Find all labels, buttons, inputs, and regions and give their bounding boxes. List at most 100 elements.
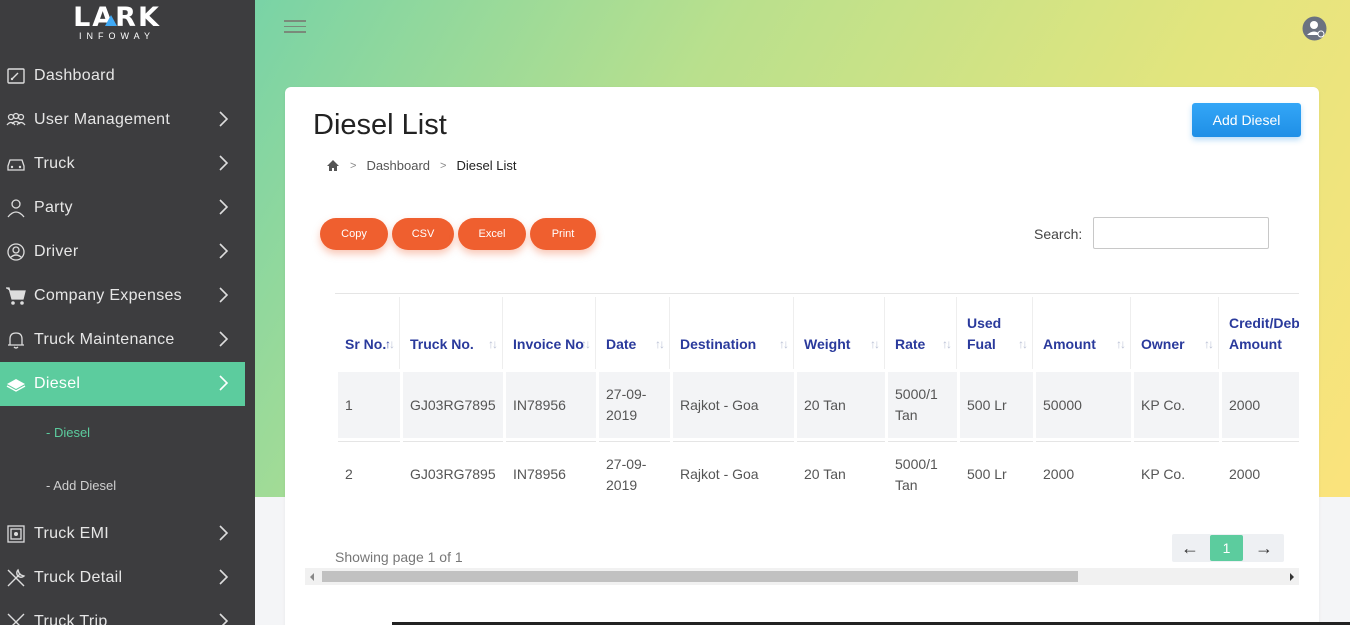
col-destination[interactable]: Destination ↑↓	[673, 297, 794, 369]
chevron-right-icon	[219, 569, 229, 585]
cell-rate: 5000/1 Tan	[888, 372, 957, 438]
breadcrumb: > Dashboard > Diesel List	[326, 158, 516, 173]
print-button[interactable]: Print	[530, 218, 596, 250]
cell-truck-no: GJ03RG7895	[403, 441, 503, 505]
table-header-row: Sr No. ↑↓ Truck No. ↑↓ Invoice No ↑↓ Date ↑↓…	[338, 297, 1299, 369]
col-date[interactable]: Date ↑↓	[599, 297, 670, 369]
sidebar-item-user-management[interactable]: User Management	[0, 98, 245, 142]
scroll-left-icon[interactable]	[310, 573, 314, 581]
cell-sr-no: 2	[338, 441, 400, 505]
cell-owner: KP Co.	[1134, 441, 1219, 505]
sidebar-item-party[interactable]: Party	[0, 186, 245, 230]
pagination-info: Showing page 1 of 1	[335, 549, 463, 565]
sidebar-item-label: Truck EMI	[34, 525, 109, 542]
sidebar-item-truck[interactable]: Truck	[0, 142, 245, 186]
csv-button[interactable]: CSV	[392, 218, 454, 250]
col-truck-no[interactable]: Truck No. ↑↓	[403, 297, 503, 369]
sort-icon: ↑↓	[1018, 337, 1028, 351]
sidebar-item-label: Truck	[34, 155, 75, 172]
copy-button[interactable]: Copy	[320, 218, 388, 250]
table-row: 2 GJ03RG7895 IN78956 27-09-2019 Rajkot -…	[338, 441, 1299, 505]
col-invoice-no[interactable]: Invoice No ↑↓	[506, 297, 596, 369]
cart-icon	[2, 285, 30, 307]
search-input[interactable]	[1093, 217, 1269, 249]
sidebar-item-company-expenses[interactable]: Company Expenses	[0, 274, 245, 318]
route-icon	[2, 611, 30, 625]
chevron-right-icon	[219, 525, 229, 541]
col-weight[interactable]: Weight ↑↓	[797, 297, 885, 369]
sidebar-item-label: Party	[34, 199, 73, 216]
page-title: Diesel List	[313, 109, 447, 141]
brand-tagline: INFOWAY	[79, 31, 155, 41]
cell-date: 27-09-2019	[599, 441, 670, 505]
diesel-table-wrapper: Sr No. ↑↓ Truck No. ↑↓ Invoice No ↑↓ Date ↑↓…	[335, 293, 1299, 505]
col-rate[interactable]: Rate ↑↓	[888, 297, 957, 369]
cell-weight: 20 Tan	[797, 372, 885, 438]
page-button-1[interactable]: 1	[1210, 535, 1243, 561]
breadcrumb-dashboard[interactable]: Dashboard	[366, 158, 430, 173]
cell-sr-no: 1	[338, 372, 400, 438]
sort-icon: ↑↓	[1204, 337, 1214, 351]
chevron-right-icon	[219, 375, 229, 391]
cell-used-fual: 500 Lr	[960, 372, 1033, 438]
sort-icon: ↑↓	[655, 337, 665, 351]
col-used-fual[interactable]: Used Fual ↑↓	[960, 297, 1033, 369]
col-owner[interactable]: Owner ↑↓	[1134, 297, 1219, 369]
chevron-right-icon	[219, 155, 229, 171]
chevron-right-icon	[219, 243, 229, 259]
cell-truck-no: GJ03RG7895	[403, 372, 503, 438]
horizontal-scrollbar[interactable]	[305, 568, 1299, 585]
money-icon	[2, 373, 30, 395]
add-diesel-button[interactable]: Add Diesel	[1192, 103, 1301, 137]
breadcrumb-current: Diesel List	[456, 158, 517, 173]
table-row: 1 GJ03RG7895 IN78956 27-09-2019 Rajkot -…	[338, 372, 1299, 438]
sidebar-item-dashboard[interactable]: Dashboard	[0, 54, 245, 98]
home-icon[interactable]	[326, 159, 340, 172]
prev-page-button[interactable]: ←	[1180, 538, 1200, 558]
brand-name: LARK	[73, 2, 161, 33]
scrollbar-thumb[interactable]	[322, 571, 1078, 582]
sidebar-item-truck-maintenance[interactable]: Truck Maintenance	[0, 318, 245, 362]
sort-icon: ↑↓	[581, 337, 591, 351]
sidebar-item-label: Dashboard	[34, 67, 115, 84]
sidebar-item-label: Diesel	[34, 375, 81, 392]
sidebar-subitem-diesel[interactable]: - Diesel	[46, 425, 90, 440]
brand-logo[interactable]: LARK INFOWAY	[67, 4, 167, 44]
next-page-button[interactable]: →	[1254, 538, 1274, 558]
logo-triangle-icon	[105, 15, 117, 26]
sort-icon: ↑↓	[779, 337, 789, 351]
col-sr-no[interactable]: Sr No. ↑↓	[338, 297, 400, 369]
chevron-right-icon	[219, 199, 229, 215]
car-icon	[2, 153, 30, 175]
bell-icon	[2, 329, 30, 351]
cell-rate: 5000/1 Tan	[888, 441, 957, 505]
scroll-right-icon[interactable]	[1290, 573, 1294, 581]
sidebar-subitem-add-diesel[interactable]: - Add Diesel	[46, 478, 116, 493]
sidebar: LARK INFOWAY Dashboard User Management T…	[0, 0, 255, 625]
sidebar-item-label: Truck Trip	[34, 613, 108, 625]
diesel-table: Sr No. ↑↓ Truck No. ↑↓ Invoice No ↑↓ Date ↑↓…	[335, 294, 1299, 505]
sidebar-item-label: Truck Maintenance	[34, 331, 175, 348]
chevron-right-icon	[219, 111, 229, 127]
cell-credit-debit-amount: 2000	[1222, 441, 1299, 505]
sidebar-item-label: Company Expenses	[34, 287, 182, 304]
cell-owner: KP Co.	[1134, 372, 1219, 438]
col-credit-debit-amount[interactable]: Credit/Debit Amount	[1222, 297, 1299, 369]
chevron-right-icon	[219, 287, 229, 303]
cell-credit-debit-amount: 2000	[1222, 372, 1299, 438]
sidebar-item-truck-detail[interactable]: Truck Detail	[0, 556, 245, 600]
avatar[interactable]	[1302, 16, 1327, 41]
sidebar-item-truck-emi[interactable]: Truck EMI	[0, 512, 245, 556]
sort-icon: ↑↓	[488, 337, 498, 351]
sidebar-item-diesel[interactable]: Diesel	[0, 362, 245, 406]
sidebar-item-driver[interactable]: Driver	[0, 230, 245, 274]
search-label: Search:	[1034, 226, 1083, 242]
menu-toggle-icon[interactable]	[284, 20, 306, 34]
sidebar-item-truck-trip[interactable]: Truck Trip	[0, 600, 245, 625]
chevron-right-icon	[219, 613, 229, 625]
excel-button[interactable]: Excel	[458, 218, 526, 250]
breadcrumb-separator: >	[350, 159, 357, 172]
cell-date: 27-09-2019	[599, 372, 670, 438]
cell-amount: 50000	[1036, 372, 1131, 438]
col-amount[interactable]: Amount ↑↓	[1036, 297, 1131, 369]
